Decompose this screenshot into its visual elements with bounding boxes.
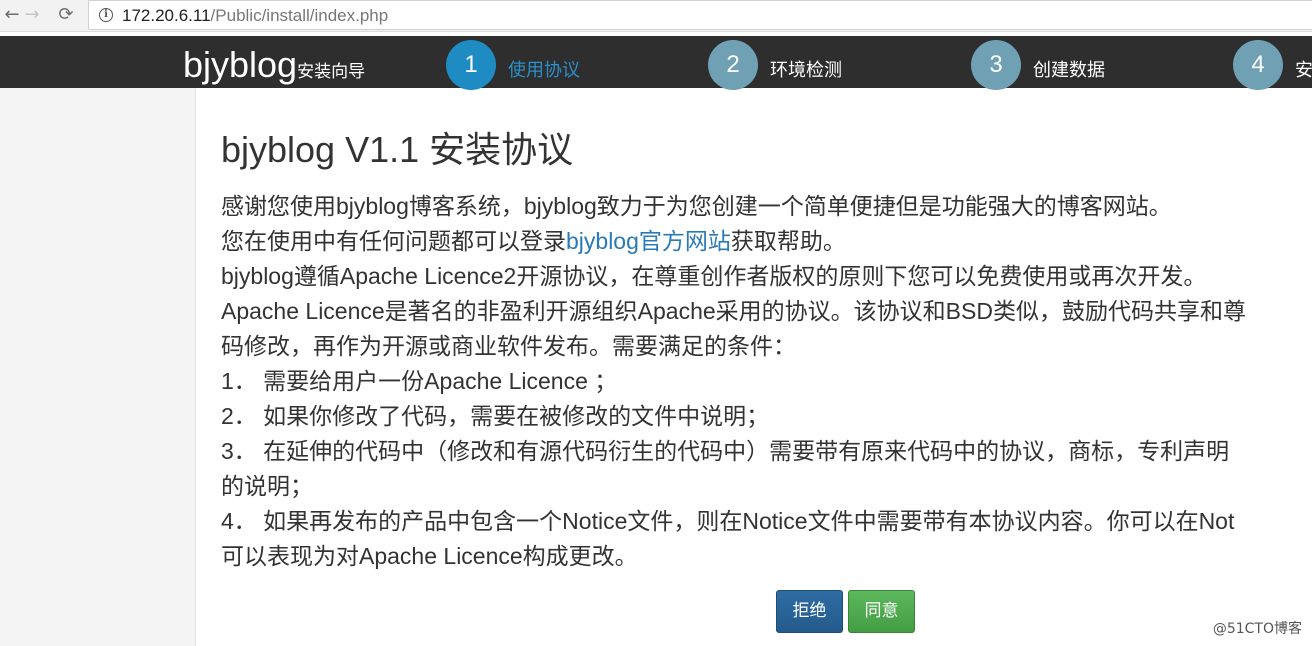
agreement-line: 感谢您使用bjyblog博客系统，bjyblog致力于为您创建一个简单便捷但是功… bbox=[221, 193, 1172, 219]
agreement-line: 1． 需要给用户一份Apache Licence ； bbox=[221, 368, 618, 394]
address-bar[interactable]: i 172.20.6.11/Public/install/index.php bbox=[88, 0, 1312, 30]
step-number-badge: 2 bbox=[708, 40, 758, 90]
agreement-line: 可以表现为对Apache Licence构成更改。 bbox=[221, 543, 638, 569]
agreement-panel: bjyblog V1.1 安装协议 感谢您使用bjyblog博客系统，bjybl… bbox=[221, 88, 1312, 646]
url-path: /Public/install/index.php bbox=[210, 6, 389, 25]
brand: bjyblog安装向导 bbox=[183, 42, 365, 88]
step-label: 环境检测 bbox=[770, 60, 842, 81]
brand-name: bjyblog bbox=[183, 44, 298, 85]
step-number-badge: 4 bbox=[1233, 40, 1283, 90]
step-number-badge: 1 bbox=[446, 40, 496, 90]
step-label: 安 bbox=[1295, 60, 1312, 81]
agreement-line: Apache Licence是著名的非盈利开源组织Apache采用的协议。该协议… bbox=[221, 298, 1246, 324]
reload-icon[interactable]: ⟳ bbox=[54, 3, 78, 27]
agree-button[interactable]: 同意 bbox=[848, 590, 915, 633]
agreement-text-fragment: 获取帮助。 bbox=[730, 228, 846, 254]
agreement-line: 2． 如果你修改了代码，需要在被修改的文件中说明； bbox=[221, 403, 770, 429]
agreement-text: 感谢您使用bjyblog博客系统，bjyblog致力于为您创建一个简单便捷但是功… bbox=[221, 189, 1246, 574]
watermark: @51CTO博客 bbox=[1212, 621, 1302, 637]
browser-toolbar: ← → ⟳ i 172.20.6.11/Public/install/index… bbox=[0, 0, 1312, 32]
step-number-badge: 3 bbox=[971, 40, 1021, 90]
agreement-text-fragment: 您在使用中有任何问题都可以登录 bbox=[221, 228, 566, 254]
left-gutter bbox=[0, 88, 196, 646]
reject-button[interactable]: 拒绝 bbox=[776, 590, 843, 633]
brand-subtitle: 安装向导 bbox=[297, 62, 366, 81]
page-title: bjyblog V1.1 安装协议 bbox=[221, 129, 574, 170]
agreement-line: 3． 在延伸的代码中（修改和有源代码衍生的代码中）需要带有原来代码中的协议，商标… bbox=[221, 438, 1230, 464]
step-label: 创建数据 bbox=[1033, 60, 1105, 81]
agreement-line: 您在使用中有任何问题都可以登录bjyblog官方网站获取帮助。 bbox=[221, 224, 1246, 259]
agreement-line: 的说明； bbox=[221, 473, 313, 499]
site-info-icon[interactable]: i bbox=[99, 8, 113, 22]
agreement-line: 4． 如果再发布的产品中包含一个Notice文件，则在Notice文件中需要带有… bbox=[221, 508, 1235, 534]
install-header: bjyblog安装向导 1 使用协议 2 环境检测 3 创建数据 4 安 bbox=[0, 36, 1312, 90]
agreement-line: 码修改，再作为开源或商业软件发布。需要满足的条件： bbox=[221, 333, 796, 359]
url-text[interactable]: 172.20.6.11/Public/install/index.php bbox=[122, 6, 388, 26]
agreement-line: bjyblog遵循Apache Licence2开源协议，在尊重创作者版权的原则… bbox=[221, 263, 1207, 289]
step-label: 使用协议 bbox=[508, 60, 580, 81]
forward-arrow-icon[interactable]: → bbox=[20, 3, 44, 27]
url-host: 172.20.6.11 bbox=[122, 6, 211, 25]
official-site-link[interactable]: bjyblog官方网站 bbox=[566, 228, 731, 254]
